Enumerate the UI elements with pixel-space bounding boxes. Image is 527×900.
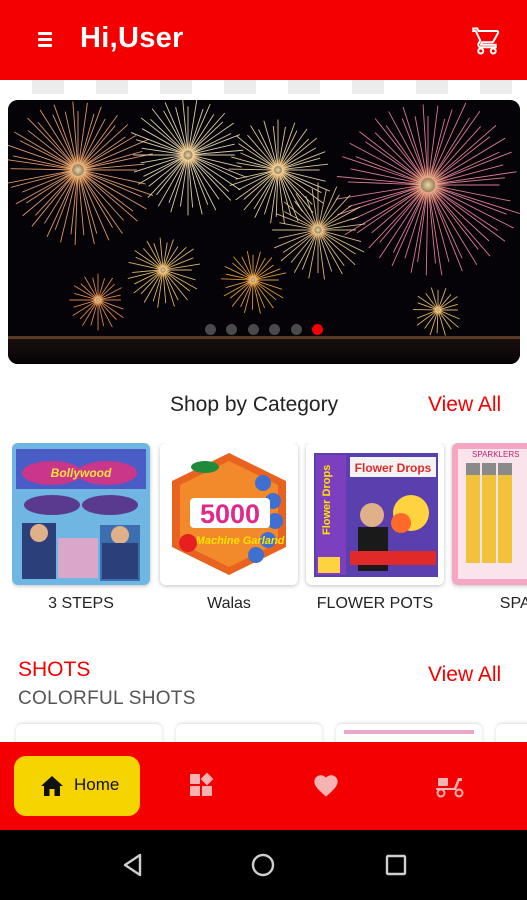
carousel-dot[interactable] (269, 324, 281, 335)
carousel-dot[interactable] (204, 324, 216, 335)
categories-view-all-link[interactable]: View All (428, 393, 501, 417)
category-item-sparklers[interactable]: SPARKLERS SPAR (452, 443, 527, 613)
shots-section-subtitle: COLORFUL SHOTS (18, 688, 196, 709)
carousel-dot-active[interactable] (312, 324, 324, 335)
category-label: FLOWER POTS (316, 595, 434, 612)
carousel-indicator (8, 322, 520, 340)
category-image: Flower Drops Flower Drops (306, 443, 444, 585)
category-image-text: Bollywood (51, 466, 112, 480)
promo-banner-carousel[interactable] (8, 100, 520, 364)
category-label: 3 STEPS (48, 595, 114, 612)
category-image-text: SPARKLERS (472, 450, 519, 459)
home-circle-icon[interactable] (250, 852, 276, 878)
nav-home-label: Home (74, 775, 120, 794)
app-bar: Hi,User (0, 0, 527, 80)
category-image: 5000 Machine Garland (160, 443, 298, 585)
category-image-text: Flower Drops (355, 461, 432, 475)
carousel-dot[interactable] (247, 324, 259, 335)
shopping-cart-icon[interactable] (472, 26, 502, 56)
category-image-number: 5000 (200, 499, 260, 529)
category-image: SPARKLERS (452, 443, 527, 585)
shop-by-category-title: Shop by Category (170, 393, 339, 416)
decorative-strip (0, 80, 527, 94)
category-image: Bollywood (12, 443, 150, 585)
heart-icon[interactable] (312, 772, 340, 798)
category-label: Walas (207, 595, 251, 612)
home-icon (41, 776, 63, 796)
bottom-navigation-bar: Home (0, 742, 527, 830)
hamburger-menu-icon[interactable] (36, 28, 56, 52)
product-image-peek (344, 730, 474, 734)
system-navigation-bar (0, 830, 527, 900)
recents-icon[interactable] (384, 852, 408, 878)
nav-home-button[interactable]: Home (14, 756, 140, 816)
delivery-scooter-icon[interactable] (434, 772, 466, 798)
greeting-title: Hi,User (80, 22, 184, 54)
category-carousel[interactable]: Bollywood 3 STEPS 5000 Machine Garland W… (12, 443, 527, 633)
categories-icon[interactable] (188, 772, 214, 798)
shots-section-title: SHOTS (18, 658, 91, 681)
svg-text:Flower Drops: Flower Drops (321, 465, 333, 535)
category-image-subtext: Machine Garland (196, 535, 285, 547)
carousel-dot[interactable] (226, 324, 238, 335)
category-item-walas[interactable]: 5000 Machine Garland Walas (160, 443, 298, 613)
category-item-flower-pots[interactable]: Flower Drops Flower Drops FLOWER POTS (306, 443, 444, 613)
shots-view-all-link[interactable]: View All (428, 663, 501, 687)
back-icon[interactable] (120, 852, 146, 878)
category-item-3-steps[interactable]: Bollywood 3 STEPS (12, 443, 150, 613)
carousel-dot[interactable] (290, 324, 302, 335)
category-label: SPAR (499, 595, 527, 612)
